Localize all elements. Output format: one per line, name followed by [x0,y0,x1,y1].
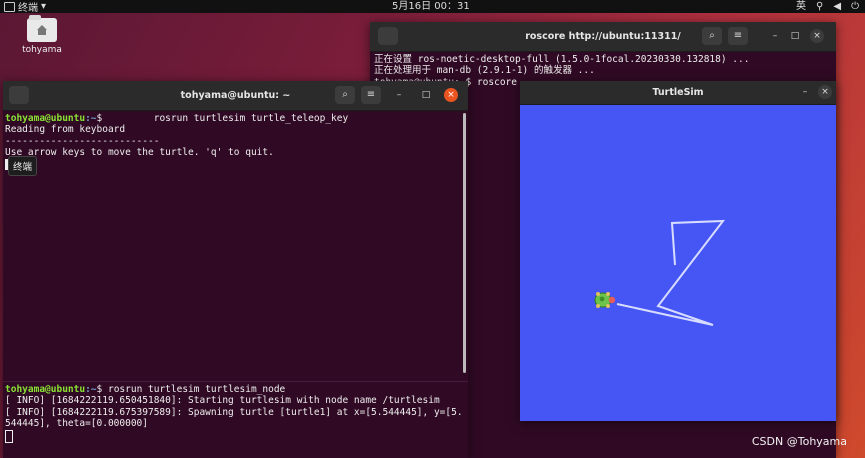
text-cursor [5,430,13,444]
hamburger-icon: ≡ [366,89,376,100]
window-title: TurtleSim [652,87,704,98]
turtlesim-node-pane[interactable]: tohyama@ubuntu:~$ rosrun turtlesim turtl… [3,382,468,444]
minimize-button[interactable]: – [768,29,782,43]
turtle-icon [594,292,616,308]
chevron-down-icon: ▾ [41,1,47,12]
turtlesim-titlebar[interactable]: TurtleSim – × [520,81,836,105]
search-button[interactable]: ⌕ [335,86,355,104]
terminal-app-icon [4,1,15,12]
turtlesim-window[interactable]: TurtleSim – × [520,81,836,421]
output-line: [ INFO] [1684222119.650451840]: Starting… [5,395,440,407]
search-icon: ⌕ [709,30,715,41]
desktop-icon-label: tohyama [22,45,62,55]
tooltip: 终端 [8,156,38,176]
desktop-home-folder[interactable]: tohyama [22,15,62,55]
search-button[interactable]: ⌕ [702,27,722,45]
hamburger-icon: ≡ [733,30,743,41]
maximize-button[interactable]: □ [419,88,433,102]
tohyama-titlebar[interactable]: tohyama@ubuntu: ~ ⌕ ≡ – □ × [3,81,468,111]
output-line: 正在处理用于 man-db (2.9.1-1) 的触发器 ... [374,65,595,77]
output-line: 544445], theta=[0.000000] [5,417,148,429]
minimize-button[interactable]: – [798,85,812,99]
command-line: tohyama@ubuntu:~$ rosrun turtlesim turtl… [5,384,286,395]
output-line: 正在设置 ros-noetic-desktop-full (1.5.0-1foc… [374,54,750,65]
folder-icon [27,15,57,42]
tohyama-terminal-window[interactable]: tohyama@ubuntu: ~ ⌕ ≡ – □ × tohyama@ubun… [3,81,468,458]
network-icon[interactable]: ⚲ [816,0,823,13]
minimize-button[interactable]: – [392,88,406,102]
command-line: tohyama@ubuntu:~$ rosrun turtlesim turtl… [5,113,349,124]
clock[interactable]: 5月16日 00：31 [392,0,470,13]
close-button[interactable]: × [444,88,458,102]
scrollbar[interactable] [463,113,466,373]
power-icon[interactable]: ⏻ [851,0,859,13]
maximize-button[interactable]: □ [788,29,802,43]
input-method-label[interactable]: 英 [796,0,806,13]
output-line: Use arrow keys to move the turtle. 'q' t… [5,146,274,158]
close-button[interactable]: × [810,29,824,43]
activity-label: 终端 [18,3,38,14]
turtlesim-canvas [594,219,726,326]
watermark: CSDN @Tohyama [751,435,847,448]
roscore-titlebar[interactable]: roscore http://ubuntu:11311/ ⌕ ≡ – □ × [370,22,836,52]
teleop-pane[interactable]: tohyama@ubuntu:~$ rosrun turtlesim turtl… [3,111,468,382]
turtle-path [616,219,726,326]
menu-button[interactable]: ≡ [728,27,748,45]
search-icon: ⌕ [342,89,348,100]
activities-menu[interactable]: 终端 ▾ [4,0,46,14]
window-title: roscore http://ubuntu:11311/ [525,31,681,42]
menu-button[interactable]: ≡ [361,86,381,104]
close-button[interactable]: × [818,85,832,99]
output-line: --------------------------- [5,135,160,147]
volume-icon[interactable]: ◀ [833,0,841,13]
output-line: [ INFO] [1684222119.675397589]: Spawning… [5,406,463,418]
home-icon [37,25,47,35]
top-bar: 终端 ▾ 5月16日 00：31 英 ⚲ ◀ ⏻ [0,0,865,14]
output-line: Reading from keyboard [5,124,126,136]
